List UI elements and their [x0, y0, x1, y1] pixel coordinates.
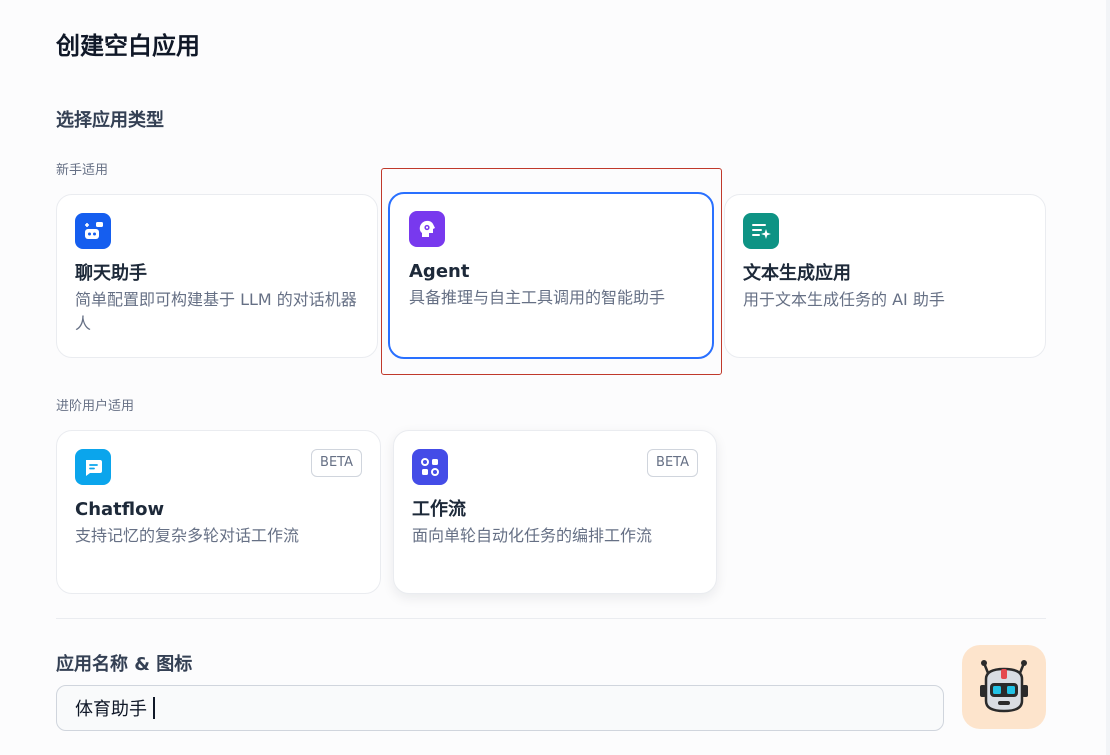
card-title: 文本生成应用: [743, 263, 851, 284]
card-description: 简单配置即可构建基于 LLM 的对话机器人: [75, 290, 357, 333]
beta-badge: BETA: [311, 449, 362, 477]
workflow-icon: [412, 449, 448, 485]
app-icon-picker[interactable]: [962, 645, 1046, 729]
group-label-advanced: 进阶用户适用: [56, 399, 135, 414]
card-description: 面向单轮自动化任务的编排工作流: [412, 526, 653, 545]
app-type-card-workflow[interactable]: BETA 工作流 面向单轮自动化任务的编排工作流: [393, 430, 717, 594]
card-description: 支持记忆的复杂多轮对话工作流: [75, 526, 300, 545]
app-type-card-chat[interactable]: 聊天助手 简单配置即可构建基于 LLM 的对话机器人: [56, 194, 378, 358]
card-title: Agent: [409, 261, 470, 282]
chat-robot-icon: [75, 213, 111, 249]
scrollbar-track[interactable]: [1106, 0, 1110, 755]
robot-avatar-icon: [980, 660, 1028, 713]
text-caret: [153, 697, 155, 719]
page-title: 创建空白应用: [56, 32, 200, 60]
app-name-label: 应用名称 & 图标: [56, 654, 193, 675]
card-description: 用于文本生成任务的 AI 助手: [743, 290, 945, 309]
card-description: 具备推理与自主工具调用的智能助手: [409, 288, 666, 307]
app-type-card-chatflow[interactable]: BETA Chatflow 支持记忆的复杂多轮对话工作流: [56, 430, 381, 594]
app-name-input[interactable]: [56, 685, 944, 731]
chatflow-icon: [75, 449, 111, 485]
card-title: Chatflow: [75, 499, 165, 520]
app-type-card-agent[interactable]: Agent 具备推理与自主工具调用的智能助手: [388, 192, 714, 359]
beta-badge: BETA: [647, 449, 698, 477]
agent-brain-icon: [409, 211, 445, 247]
group-label-beginner: 新手适用: [56, 163, 109, 178]
card-title: 工作流: [412, 499, 466, 520]
section-divider: [56, 618, 1046, 619]
section-title: 选择应用类型: [56, 110, 164, 131]
text-generation-icon: [743, 213, 779, 249]
app-type-card-completion[interactable]: 文本生成应用 用于文本生成任务的 AI 助手: [724, 194, 1046, 358]
card-title: 聊天助手: [75, 263, 147, 284]
